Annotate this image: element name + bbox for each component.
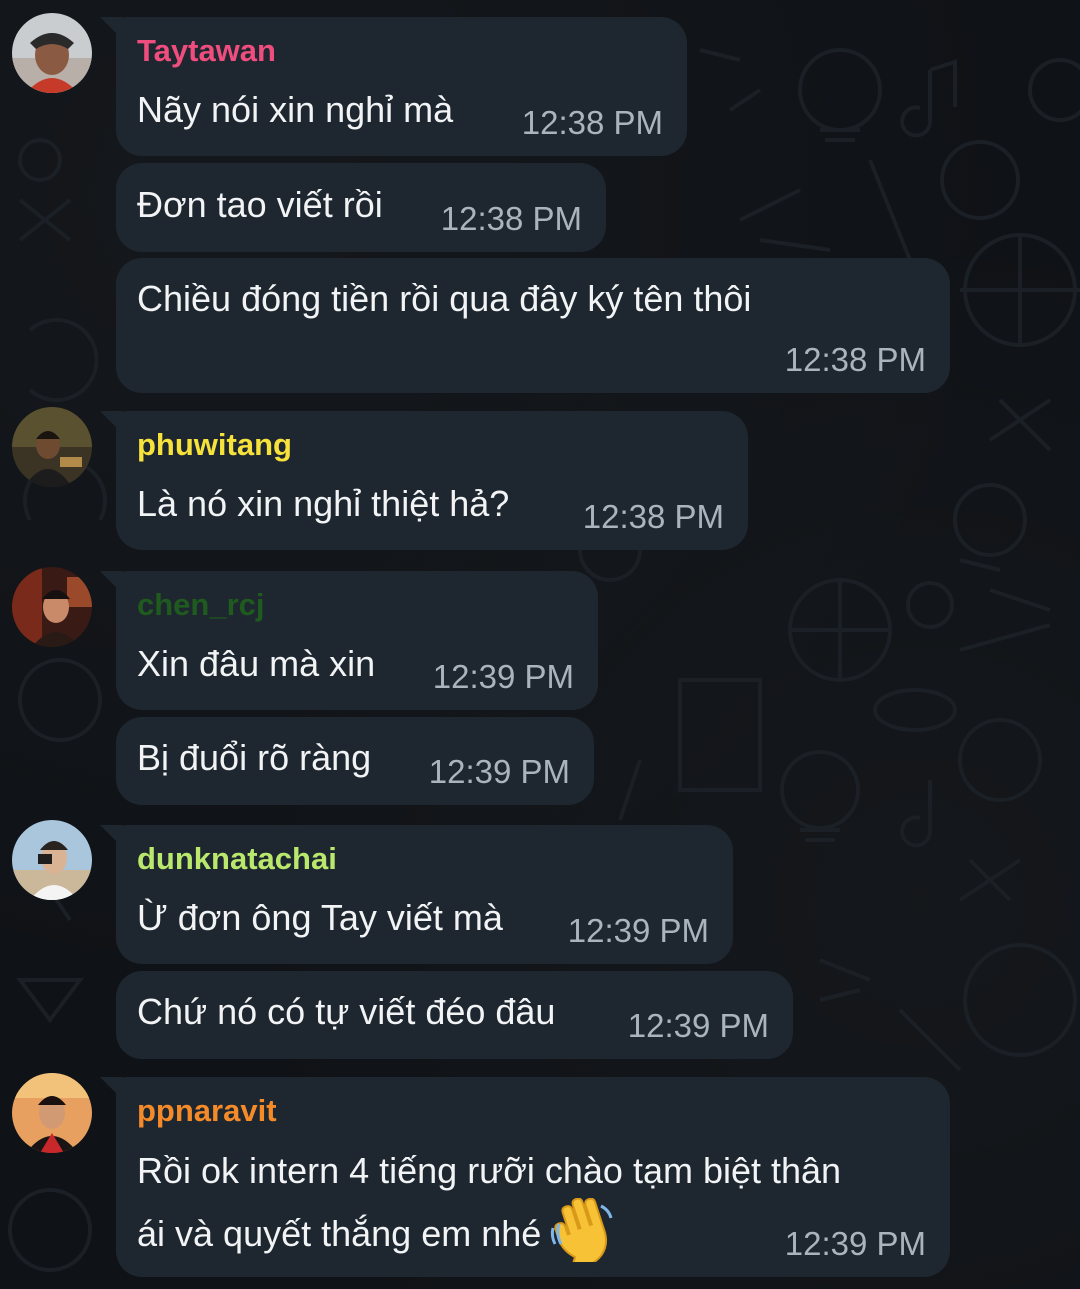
- message-bubble[interactable]: Chiều đóng tiền rồi qua đây ký tên thôi …: [116, 258, 950, 393]
- message-bubble[interactable]: dunknatachai Ừ đơn ông Tay viết mà 12:39…: [100, 825, 733, 964]
- bubble-tail: [100, 1077, 122, 1099]
- message-text-line-2-content: ái và quyết thắng em nhé: [137, 1213, 542, 1254]
- message-text-line-1: Rồi ok intern 4 tiếng rưỡi chào tạm biệt…: [137, 1150, 842, 1191]
- message-text: Xin đâu mà xin: [137, 643, 376, 684]
- sender-name[interactable]: Taytawan: [137, 33, 276, 69]
- message-text: Ừ đơn ông Tay viết mà: [137, 897, 503, 938]
- message-time: 12:39 PM: [567, 912, 709, 949]
- message-text: Chứ nó có tự viết đéo đâu: [137, 991, 556, 1032]
- message-text: Nãy nói xin nghỉ mà: [137, 89, 454, 130]
- bubble-tail: [100, 571, 122, 593]
- sender-name[interactable]: ppnaravit: [137, 1093, 277, 1129]
- chat-view[interactable]: Taytawan Nãy nói xin nghỉ mà 12:38 PM Đơ…: [0, 0, 1080, 1289]
- message-time: 12:39 PM: [428, 753, 570, 790]
- message-text: Chiều đóng tiền rồi qua đây ký tên thôi: [137, 278, 752, 319]
- message-bubble[interactable]: chen_rcj Xin đâu mà xin 12:39 PM: [100, 571, 598, 710]
- message-time: 12:38 PM: [521, 104, 663, 141]
- message-bubble[interactable]: Bị đuổi rõ ràng 12:39 PM: [116, 717, 594, 805]
- message-time: 12:38 PM: [582, 498, 724, 535]
- avatar-ppnaravit[interactable]: [12, 1073, 92, 1153]
- message-time: 12:39 PM: [784, 1225, 926, 1262]
- avatar-chen-rcj[interactable]: [12, 567, 92, 647]
- message-text: Bị đuổi rõ ràng: [137, 737, 372, 778]
- message-time: 12:39 PM: [432, 658, 574, 695]
- avatar-phuwitang[interactable]: [12, 407, 92, 487]
- message-bubble[interactable]: phuwitang Là nó xin nghỉ thiệt hả? 12:38…: [100, 411, 748, 550]
- sender-name[interactable]: phuwitang: [137, 427, 292, 463]
- message-bubble[interactable]: Taytawan Nãy nói xin nghỉ mà 12:38 PM: [100, 17, 687, 156]
- message-text: Là nó xin nghỉ thiệt hả?: [137, 483, 510, 524]
- message-time: 12:38 PM: [440, 200, 582, 237]
- message-text-line-2: ái và quyết thắng em nhé: [137, 1197, 613, 1269]
- message-bubble[interactable]: Chứ nó có tự viết đéo đâu 12:39 PM: [116, 971, 793, 1059]
- sender-name[interactable]: dunknatachai: [137, 841, 337, 877]
- message-time: 12:39 PM: [627, 1007, 769, 1044]
- avatar-dunknatachai[interactable]: [12, 820, 92, 900]
- waving-hand-emoji-icon: [549, 1197, 613, 1269]
- message-bubble[interactable]: ppnaravit Rồi ok intern 4 tiếng rưỡi chà…: [100, 1077, 950, 1277]
- bubble-tail: [100, 825, 122, 847]
- bubble-tail: [100, 17, 122, 39]
- message-time: 12:38 PM: [784, 341, 926, 378]
- sender-name[interactable]: chen_rcj: [137, 587, 265, 623]
- avatar-taytawan[interactable]: [12, 13, 92, 93]
- bubble-tail: [100, 411, 122, 433]
- message-bubble[interactable]: Đơn tao viết rồi 12:38 PM: [116, 163, 606, 252]
- message-text: Đơn tao viết rồi: [137, 184, 383, 225]
